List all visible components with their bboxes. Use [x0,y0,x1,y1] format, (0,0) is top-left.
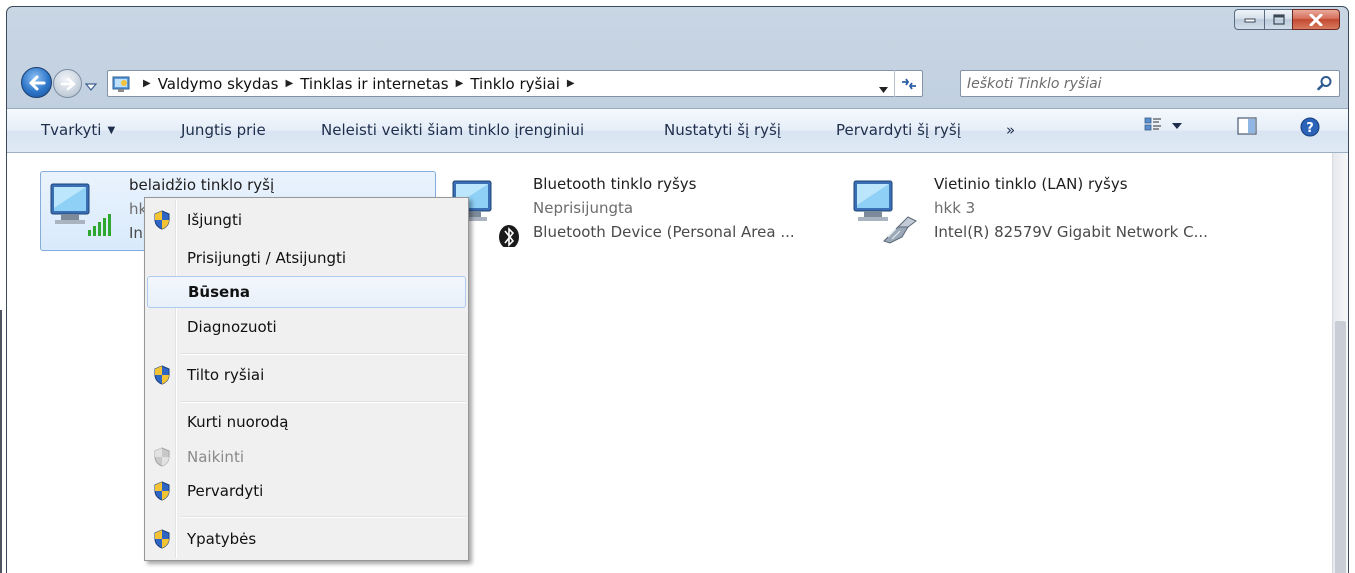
more-commands-button[interactable]: » [1006,121,1015,139]
menu-item-label: Diagnozuoti [187,318,277,336]
breadcrumb-control-panel[interactable]: Valdymo skydas [158,75,279,93]
caption-buttons [1234,9,1340,30]
arrow-left-icon [29,75,45,90]
breadcrumb-arrow-icon[interactable]: ▶ [286,78,294,89]
minimize-icon [1244,18,1255,22]
view-options-icon [1144,117,1161,131]
menu-item-rename[interactable]: Pervardyti [147,475,466,507]
breadcrumb-arrow-icon: ▶ [143,78,151,89]
chevron-down-icon: ▼ [107,125,116,136]
chevron-down-icon [1172,123,1182,129]
command-bar: Tvarkyti ▼ Jungtis prie Neleisti veikti š… [7,108,1348,153]
search-icon[interactable] [1317,75,1333,95]
rename-connection-button[interactable]: Pervardyti šį ryšį [836,121,961,139]
menu-item-connect-disconnect[interactable]: Prisijungti / Atsijungti [147,242,466,274]
breadcrumb-arrow-icon[interactable]: ▶ [456,78,464,89]
menu-item-label: Naikinti [187,448,244,466]
breadcrumb-network-connections[interactable]: Tinklo ryšiai [470,75,560,93]
menu-separator [181,353,466,355]
menu-item-disable[interactable]: Išjungti [147,204,466,236]
menu-item-bridge-connections[interactable]: Tilto ryšiai [147,359,466,391]
organize-label: Tvarkyti [41,121,102,139]
list-item-lan-connection[interactable]: Vietinio tinklo (LAN) ryšys hkk 3 Intel(… [846,171,1246,251]
address-dropdown-button[interactable] [879,79,888,97]
help-icon: ? [1300,117,1320,137]
menu-item-label: Kurti nuorodą [187,413,289,431]
close-button[interactable] [1292,9,1340,30]
chevron-down-icon [84,83,98,91]
breadcrumb-network-internet[interactable]: Tinklas ir internetas [300,75,448,93]
connection-device: Bluetooth Device (Personal Area ... [533,223,795,241]
connect-to-button[interactable]: Jungtis prie [181,121,266,139]
close-icon [1309,13,1323,26]
window-left-edge [0,310,2,573]
search-box[interactable] [960,70,1340,97]
connection-name: Bluetooth tinklo ryšys [533,175,697,193]
connection-status: Neprisijungta [533,199,634,217]
svg-text:?: ? [1306,121,1314,136]
minimize-button[interactable] [1234,9,1264,30]
menu-separator [181,401,466,403]
connection-network: hkk 3 [934,199,976,217]
uac-shield-icon [154,529,170,549]
control-panel-icon [112,76,130,92]
connection-device: In [129,224,143,242]
search-input[interactable] [967,75,1287,92]
menu-item-label: Išjungti [187,211,242,229]
menu-item-delete: Naikinti [147,441,466,473]
change-view-button[interactable] [1144,117,1182,135]
lan-network-icon [853,180,917,244]
maximize-button[interactable] [1264,9,1292,30]
arrow-right-icon [60,77,75,90]
menu-item-properties[interactable]: Ypatybės [147,523,466,555]
refresh-icon [901,78,916,89]
recent-pages-button[interactable] [84,77,98,95]
menu-item-label: Būsena [188,283,251,301]
back-button[interactable] [21,67,52,98]
refresh-button[interactable] [894,70,922,97]
menu-separator [181,516,466,518]
menu-item-label: Tilto ryšiai [187,366,265,384]
organize-button[interactable]: Tvarkyti ▼ [41,121,115,139]
menu-item-label: Prisijungti / Atsijungti [187,249,347,267]
breadcrumb-arrow-icon[interactable]: ▶ [567,78,575,89]
vertical-scrollbar[interactable] [1332,153,1348,573]
chevron-down-icon [879,87,888,93]
context-menu: Išjungti Prisijungti / Atsijungti Būsena… [144,197,469,561]
uac-shield-icon [154,365,170,385]
preview-pane-icon [1237,117,1257,135]
menu-item-status[interactable]: Būsena [147,276,466,308]
maximize-icon [1272,14,1285,25]
menu-item-diagnose[interactable]: Diagnozuoti [147,311,466,343]
preview-pane-button[interactable] [1237,117,1257,135]
forward-button[interactable] [53,69,82,98]
navigation-row: ▶ Valdymo skydas ▶ Tinklas ir internetas… [7,63,1348,99]
connection-device: Intel(R) 82579V Gigabit Network C... [934,223,1208,241]
menu-item-label: Ypatybės [187,530,257,548]
menu-item-label: Pervardyti [187,482,264,500]
disable-device-button[interactable]: Neleisti veikti šiam tinklo įrenginiui [321,121,584,139]
wireless-network-icon [50,183,111,236]
diagnose-connection-button[interactable]: Nustatyti šį ryšį [664,121,781,139]
address-bar[interactable]: ▶ Valdymo skydas ▶ Tinklas ir internetas… [107,70,923,97]
help-button[interactable]: ? [1300,117,1320,137]
uac-shield-icon [154,210,170,230]
connection-name: belaidžio tinklo ryšį [129,176,275,194]
uac-shield-icon [154,481,170,501]
list-item-bluetooth-connection[interactable]: Bluetooth tinklo ryšys Neprisijungta Blu… [445,171,825,251]
menu-item-create-shortcut[interactable]: Kurti nuorodą [147,406,466,438]
uac-shield-disabled-icon [154,447,170,467]
connection-name: Vietinio tinklo (LAN) ryšys [934,175,1128,193]
scrollbar-thumb[interactable] [1335,321,1346,573]
